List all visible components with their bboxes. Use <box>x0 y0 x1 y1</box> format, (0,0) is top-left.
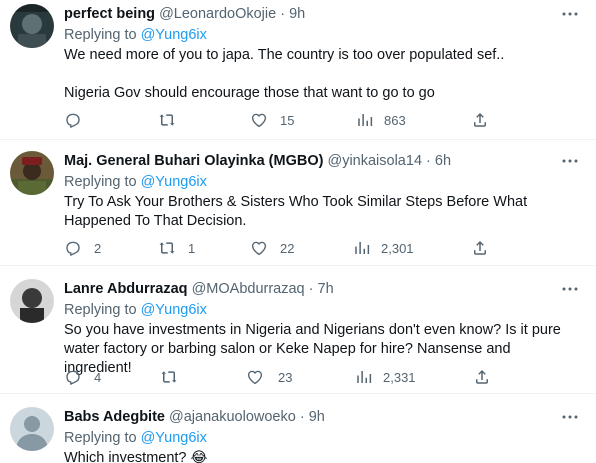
user-handle[interactable]: @yinkaisola14 <box>327 153 422 169</box>
timestamp[interactable]: 7h <box>318 281 334 297</box>
retweet-icon <box>159 114 175 126</box>
replying-to: Replying to @Yung6ix <box>64 300 580 320</box>
views-icon <box>355 242 370 254</box>
separator-dot: · <box>426 153 431 169</box>
separator-dot: · <box>308 281 314 297</box>
tweet-text: Which investment? 😂 <box>64 449 580 463</box>
replying-label: Replying to <box>64 302 137 318</box>
timestamp[interactable]: 9h <box>289 6 305 22</box>
share-button[interactable] <box>471 238 489 258</box>
heart-icon <box>251 113 267 128</box>
retweet-button[interactable] <box>158 110 176 130</box>
tweet-actions: 15 863 <box>0 110 596 130</box>
views-icon <box>357 371 372 383</box>
tweet-header: Maj. General Buhari Olayinka (MGBO) @yin… <box>64 151 580 171</box>
tweet-header: Babs Adegbite @ajanakuolowoeko · 9h <box>64 407 580 427</box>
timestamp[interactable]: 6h <box>435 153 451 169</box>
replying-label: Replying to <box>64 430 137 446</box>
tweet-text-line: Nigeria Gov should encourage those that … <box>64 85 435 101</box>
retweet-button[interactable]: 1 <box>158 238 195 258</box>
views-count: 2,301 <box>381 240 414 256</box>
replying-to: Replying to @Yung6ix <box>64 428 580 448</box>
timestamp[interactable]: 9h <box>309 409 325 425</box>
tweet-text-line: Try To Ask Your Brothers & Sisters Who T… <box>64 194 528 229</box>
more-icon[interactable] <box>560 279 580 299</box>
reply-icon <box>66 113 80 128</box>
display-name[interactable]: Babs Adegbite <box>64 409 165 425</box>
reply-count: 4 <box>94 369 102 385</box>
reply-count: 2 <box>94 240 102 256</box>
display-name[interactable]: perfect being <box>64 6 155 22</box>
reply-to-link[interactable]: @Yung6ix <box>141 174 207 190</box>
tweet[interactable]: Maj. General Buhari Olayinka (MGBO) @yin… <box>0 141 596 266</box>
replying-to: Replying to @Yung6ix <box>64 25 580 45</box>
more-icon[interactable] <box>560 4 580 24</box>
share-icon <box>474 240 486 255</box>
reply-icon <box>66 241 80 256</box>
retweet-button[interactable] <box>160 367 178 387</box>
tweet-text-line: We need more of you to japa. The country… <box>64 47 505 63</box>
user-handle[interactable]: @MOAbdurrazaq <box>192 281 305 297</box>
like-count: 22 <box>280 240 295 256</box>
like-button[interactable]: 15 <box>250 110 294 130</box>
like-button[interactable]: 23 <box>246 367 292 387</box>
like-button[interactable]: 22 <box>250 238 294 258</box>
replying-label: Replying to <box>64 27 137 43</box>
share-button[interactable] <box>471 110 489 130</box>
avatar[interactable] <box>10 407 54 451</box>
user-handle[interactable]: @ajanakuolowoeko <box>169 409 296 425</box>
reply-button[interactable]: 2 <box>64 238 101 258</box>
separator-dot: · <box>299 409 305 425</box>
tweet[interactable]: perfect being @LeonardoOkojie · 9h Reply… <box>0 0 596 140</box>
tweet-text: We need more of you to japa. The country… <box>64 46 580 103</box>
like-count: 23 <box>278 369 293 385</box>
tweet-text-line: Which investment? 😂 <box>64 450 208 463</box>
tweet[interactable]: Babs Adegbite @ajanakuolowoeko · 9h Repl… <box>0 395 596 463</box>
heart-icon <box>247 370 263 385</box>
tweet[interactable]: Lanre Abdurrazaq @MOAbdurrazaq · 7h Repl… <box>0 267 596 394</box>
more-icon[interactable] <box>560 151 580 171</box>
reply-button[interactable]: 4 <box>64 367 101 387</box>
tweet-header: Lanre Abdurrazaq @MOAbdurrazaq · 7h <box>64 279 580 299</box>
retweet-icon <box>159 242 175 254</box>
tweet-header: perfect being @LeonardoOkojie · 9h <box>64 4 580 24</box>
retweet-icon <box>161 371 177 383</box>
retweet-count: 1 <box>188 240 196 256</box>
tweet-actions: 4 23 2,331 <box>0 367 596 387</box>
reply-icon <box>66 370 80 385</box>
separator-dot: · <box>280 6 286 22</box>
share-icon <box>474 112 486 127</box>
display-name[interactable]: Lanre Abdurrazaq <box>64 281 188 297</box>
replying-to: Replying to @Yung6ix <box>64 172 580 192</box>
reply-button[interactable] <box>64 110 82 130</box>
views-button[interactable]: 2,301 <box>353 238 414 258</box>
views-count: 2,331 <box>383 369 416 385</box>
display-name[interactable]: Maj. General Buhari Olayinka (MGBO) <box>64 153 323 169</box>
tweet-text: Try To Ask Your Brothers & Sisters Who T… <box>64 193 580 231</box>
like-count: 15 <box>280 112 295 128</box>
views-button[interactable]: 2,331 <box>355 367 416 387</box>
views-icon <box>358 114 373 126</box>
avatar[interactable] <box>10 151 54 195</box>
heart-icon <box>251 241 267 256</box>
replying-label: Replying to <box>64 174 137 190</box>
more-icon[interactable] <box>560 407 580 427</box>
views-count: 863 <box>384 112 406 128</box>
avatar[interactable] <box>10 4 54 48</box>
user-handle[interactable]: @LeonardoOkojie <box>159 6 276 22</box>
share-icon <box>476 369 488 384</box>
tweet-actions: 2 1 22 2,301 <box>0 238 596 258</box>
views-button[interactable]: 863 <box>356 110 406 130</box>
reply-to-link[interactable]: @Yung6ix <box>141 430 207 446</box>
reply-to-link[interactable]: @Yung6ix <box>141 27 207 43</box>
avatar[interactable] <box>10 279 54 323</box>
reply-to-link[interactable]: @Yung6ix <box>141 302 207 318</box>
share-button[interactable] <box>473 367 491 387</box>
